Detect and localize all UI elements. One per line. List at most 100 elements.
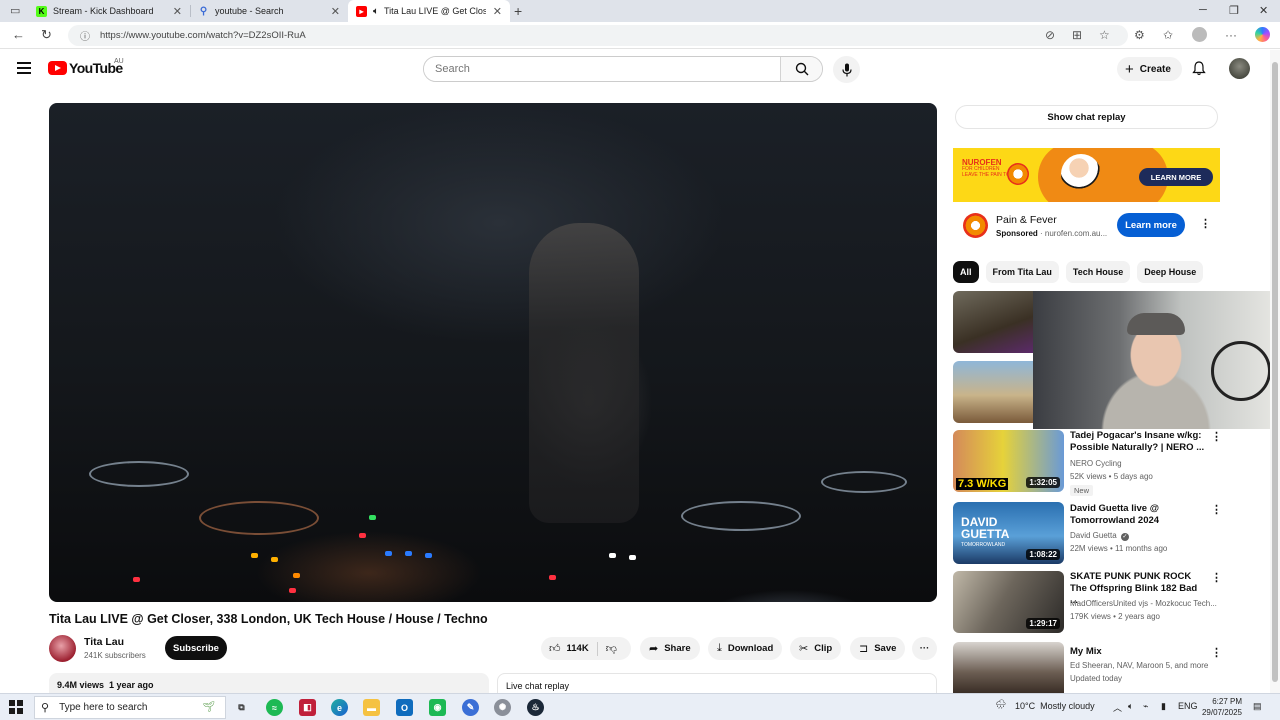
split-screen-icon[interactable]: ⊞	[1072, 28, 1082, 42]
recommendation-channel[interactable]: Ed Sheeran, NAV, Maroon 5, and more	[1070, 661, 1208, 670]
share-button[interactable]: ➦ Share	[640, 637, 700, 660]
back-icon[interactable]: ←	[12, 27, 25, 42]
save-button[interactable]: ⊐ Save	[850, 637, 906, 660]
minimize-icon[interactable]: ─	[1199, 4, 1207, 16]
site-info-icon[interactable]: ⓘ	[80, 28, 90, 43]
video-player[interactable]	[49, 103, 937, 602]
recommendation-more-icon[interactable]: ⋮	[1211, 648, 1222, 659]
recommendation-meta: 52K views • 5 days ago	[1070, 472, 1153, 481]
recommendation-more-icon[interactable]: ⋮	[1211, 573, 1222, 584]
close-tab-icon[interactable]: ✕	[173, 5, 182, 18]
voice-search-button[interactable]	[833, 56, 860, 83]
reload-icon[interactable]: ↻	[41, 27, 52, 43]
taskbar-clock[interactable]: 6:27 PM 29/07/2025	[1200, 696, 1242, 718]
subscribe-button[interactable]: Subscribe	[165, 636, 227, 660]
weather-text[interactable]: 10°C Mostly cloudy	[1015, 701, 1095, 711]
address-bar[interactable]: ⓘ https://www.youtube.com/watch?v=DZ2sOI…	[68, 25, 1128, 46]
ad-more-icon[interactable]: ⋮	[1200, 219, 1211, 230]
weather-icon[interactable]: 🌧︎	[995, 699, 1006, 710]
recommendation-channel[interactable]: NERO Cycling	[1070, 459, 1122, 468]
tray-overflow-icon[interactable]: ︿	[1113, 701, 1122, 714]
recommendation-title[interactable]: David Guetta live @ Tomorrowland 2024	[1070, 503, 1205, 527]
youtube-logo[interactable]: YouTube AU	[48, 58, 124, 76]
steam-icon[interactable]: ♨	[527, 699, 544, 716]
channel-avatar[interactable]	[49, 635, 76, 662]
tab-youtube-search[interactable]: ⚲ youtube - Search ✕	[190, 0, 348, 22]
search-input[interactable]	[424, 57, 780, 81]
network-icon[interactable]: ⌁	[1143, 701, 1148, 712]
recommendation-more-icon[interactable]: ⋮	[1211, 432, 1222, 443]
windows-start-icon[interactable]	[9, 700, 23, 714]
recommendation-title[interactable]: Tadej Pogacar's Insane w/kg: Possible Na…	[1070, 430, 1205, 454]
tab-kick-dashboard[interactable]: K Stream - Kick Dashboard ✕	[28, 0, 190, 22]
menu-icon[interactable]	[17, 62, 31, 77]
battery-icon[interactable]: ▮	[1161, 701, 1166, 712]
recommendation-more-icon[interactable]: ⋮	[1211, 505, 1222, 516]
download-button[interactable]: ⤓ Download	[708, 637, 783, 660]
recommendation-channel[interactable]: MadOfficersUnited vjs - Mozkocuc Tech...	[1070, 599, 1217, 608]
ad-banner[interactable]: NUROFEN FOR CHILDREN LEAVE THE PAIN TO U…	[953, 148, 1220, 202]
more-horizontal-icon: ···	[919, 643, 930, 654]
recommendation-thumbnail[interactable]	[953, 642, 1064, 693]
ad-learn-more-button[interactable]: Learn more	[1117, 213, 1185, 237]
notifications-bell-icon[interactable]	[1192, 61, 1206, 76]
extensions-icon[interactable]: ⚙	[1134, 28, 1145, 42]
recommendation-meta: 179K views • 2 years ago	[1070, 612, 1160, 621]
channel-name[interactable]: Tita Lau	[84, 636, 124, 648]
like-button[interactable]: 👍︎ 114K	[549, 642, 589, 655]
close-tab-icon[interactable]: ✕	[493, 5, 502, 18]
favorite-star-icon[interactable]: ☆	[1099, 28, 1110, 42]
close-tab-icon[interactable]: ✕	[331, 5, 340, 18]
dislike-button[interactable]: 👎︎	[606, 642, 617, 655]
edge-icon[interactable]: e	[331, 699, 348, 716]
create-button[interactable]: + Create	[1117, 57, 1182, 81]
clip-button[interactable]: ✂ Clip	[790, 637, 842, 660]
speaker-icon[interactable]: 🔈︎	[1128, 701, 1133, 712]
recommendation-title[interactable]: My Mix	[1070, 646, 1205, 658]
show-chat-replay-button[interactable]: Show chat replay	[955, 105, 1218, 129]
file-explorer-icon[interactable]: ▬	[363, 699, 380, 716]
red-app-icon[interactable]: ◧	[299, 699, 316, 716]
search-icon	[795, 62, 808, 76]
game-app-icon[interactable]: ◉	[429, 699, 446, 716]
microphone-icon	[841, 63, 852, 76]
close-window-icon[interactable]: ✕	[1259, 4, 1268, 17]
ad-title: Pain & Fever	[996, 214, 1057, 226]
banner-learn-more-button[interactable]: LEARN MORE	[1139, 168, 1213, 186]
recommendation-thumbnail[interactable]: DAVID GUETTA TOMORROWLAND 1:08:22	[953, 502, 1064, 564]
new-tab-icon[interactable]: +	[514, 3, 522, 19]
task-view-icon[interactable]: ⧉	[233, 699, 250, 716]
tab-current-video[interactable]: ▸ 🔈︎ Tita Lau LIVE @ Get Closer, 3 ✕	[348, 0, 510, 22]
tab-actions-icon[interactable]: ▭	[10, 4, 20, 17]
favorites-icon[interactable]: ✩	[1163, 28, 1173, 42]
copilot-icon[interactable]	[1255, 27, 1270, 42]
taskbar-search[interactable]: ⚲ Type here to search 🌱︎	[34, 696, 226, 719]
page-scrollbar-thumb[interactable]	[1272, 62, 1278, 682]
spotify-icon[interactable]: ≈	[266, 699, 283, 716]
youtube-header: YouTube AU + Create	[0, 50, 1270, 88]
settings-more-icon[interactable]: ···	[1225, 28, 1237, 42]
search-box	[423, 56, 823, 82]
chip-tech-house[interactable]: Tech House	[1065, 261, 1131, 283]
recommendation-thumbnail[interactable]	[953, 291, 1033, 353]
outlook-icon[interactable]: O	[396, 699, 413, 716]
chip-from-channel[interactable]: From Tita Lau	[985, 261, 1059, 283]
maximize-icon[interactable]: ❐	[1229, 4, 1239, 17]
pen-app-icon[interactable]: ✎	[462, 699, 479, 716]
subscriber-count: 241K subscribers	[84, 651, 146, 660]
search-button[interactable]	[780, 57, 822, 81]
chip-all[interactable]: All	[953, 261, 979, 283]
recommendation-thumbnail[interactable]	[953, 361, 1033, 423]
notifications-icon[interactable]: ▤	[1253, 701, 1262, 712]
gear-app-icon[interactable]: ✺	[494, 699, 511, 716]
recommendation-channel[interactable]: David Guetta ✓	[1070, 531, 1129, 541]
recommendation-thumbnail[interactable]: 7.3 W/KG 1:32:05	[953, 430, 1064, 492]
profile-icon[interactable]	[1192, 27, 1207, 42]
language-indicator[interactable]: ENG	[1178, 701, 1198, 711]
app-available-icon[interactable]: ⊘	[1045, 28, 1055, 42]
account-avatar[interactable]	[1229, 58, 1250, 79]
chip-deep-house[interactable]: Deep House	[1137, 261, 1204, 283]
audio-playing-icon[interactable]: 🔈︎	[373, 6, 379, 17]
more-actions-button[interactable]: ···	[912, 637, 937, 660]
recommendation-thumbnail[interactable]: 1:29:17	[953, 571, 1064, 633]
